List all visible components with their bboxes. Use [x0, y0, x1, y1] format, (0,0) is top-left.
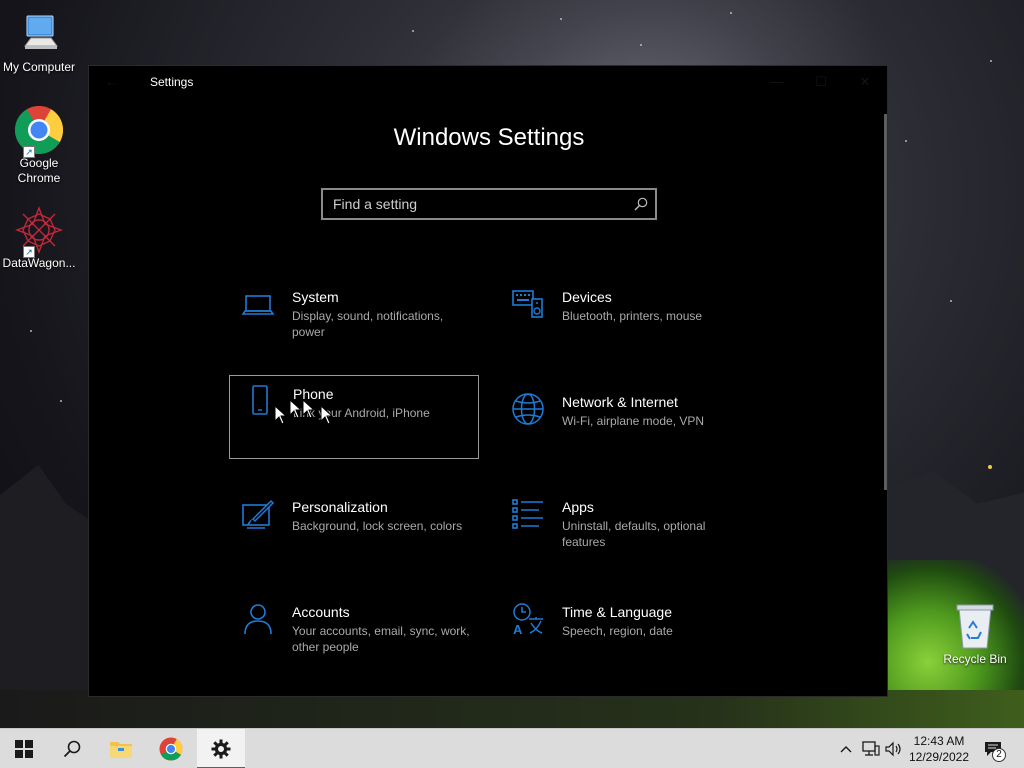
category-name: Phone: [293, 386, 334, 402]
star: [30, 330, 32, 332]
window-title: Settings: [150, 75, 194, 89]
action-center-button[interactable]: [978, 729, 1008, 768]
window-titlebar[interactable]: ← Settings — ☐ ✕: [89, 66, 887, 98]
keyboard-speaker-icon: [511, 287, 545, 321]
category-tile-phone[interactable]: Phone Link your Android, iPhone: [229, 375, 479, 459]
search-input[interactable]: [323, 190, 627, 218]
taskbar-search-button[interactable]: [48, 729, 96, 768]
tray-network-button[interactable]: [860, 729, 882, 768]
star: [640, 44, 642, 46]
category-name: Personalization: [292, 499, 388, 515]
settings-gear-icon: [211, 739, 231, 759]
back-arrow-icon[interactable]: ←: [105, 74, 121, 90]
desktop-icon-datawagon[interactable]: ↗ DataWagon...: [0, 204, 79, 271]
paintbrush-icon: [241, 497, 275, 531]
close-button[interactable]: ✕: [855, 72, 875, 92]
taskbar-chrome[interactable]: [147, 729, 195, 768]
start-button[interactable]: [0, 729, 48, 768]
apps-list-icon: [511, 497, 545, 531]
taskbar-clock[interactable]: 12:43 AM 12/29/2022: [904, 733, 974, 765]
category-description: Bluetooth, printers, mouse: [562, 309, 703, 323]
category-description: Display, sound, notifications, power: [292, 309, 444, 339]
desktop-icon-label: Google Chrome: [9, 156, 69, 186]
star: [950, 300, 952, 302]
category-name: Accounts: [292, 604, 350, 620]
star: [560, 18, 562, 20]
person-icon: [241, 602, 275, 636]
clock-time: 12:43 AM: [913, 734, 965, 748]
category-tile-time-language[interactable]: A Time & Language Speech, region, date: [499, 594, 749, 678]
star: [730, 12, 732, 14]
desktop-icon-recycle-bin[interactable]: Recycle Bin: [935, 600, 1015, 667]
notification-count-badge: 2: [992, 748, 1006, 762]
phone-icon: [242, 384, 276, 418]
desktop-icon-label: DataWagon...: [2, 256, 76, 270]
start-icon: [15, 740, 33, 758]
maximize-button[interactable]: ☐: [811, 72, 831, 92]
category-name: Time & Language: [562, 604, 672, 620]
chrome-icon: ↗: [13, 104, 65, 158]
taskbar-settings[interactable]: [197, 729, 245, 768]
category-tile-accounts[interactable]: Accounts Your accounts, email, sync, wor…: [229, 594, 479, 678]
desktop-icon-text: Google Chrome: [17, 156, 61, 185]
file-explorer-icon: [110, 742, 132, 758]
mouse-cursor-icon: [302, 399, 316, 419]
desktop-icon-label: My Computer: [2, 60, 76, 74]
category-tile-network-internet[interactable]: Network & Internet Wi-Fi, airplane mode,…: [499, 384, 749, 468]
shortcut-arrow-icon: ↗: [23, 246, 35, 258]
taskbar: 12:43 AM 12/29/2022: [0, 728, 1024, 768]
category-tile-system[interactable]: System Display, sound, notifications, po…: [229, 279, 479, 363]
search-icon[interactable]: [627, 190, 655, 218]
vertical-scrollbar[interactable]: [884, 114, 887, 490]
category-name: Network & Internet: [562, 394, 678, 410]
search-icon: [63, 740, 81, 758]
datawagon-icon: ↗: [13, 204, 65, 258]
network-icon: [862, 741, 880, 756]
desktop-icon-label: Recycle Bin: [943, 652, 1007, 666]
category-description: Speech, region, date: [562, 624, 673, 638]
desktop-icon-my-computer[interactable]: My Computer: [0, 8, 79, 75]
mouse-cursor-icon: [274, 405, 288, 425]
desktop-icon-google-chrome[interactable]: ↗ Google Chrome: [0, 104, 79, 186]
page-title: Windows Settings: [393, 124, 585, 151]
star: [990, 60, 992, 62]
star: [905, 140, 907, 142]
category-name: Devices: [562, 289, 612, 305]
svg-text:A: A: [513, 622, 523, 636]
category-tile-personalization[interactable]: Personalization Background, lock screen,…: [229, 489, 479, 573]
globe-icon: [511, 392, 545, 426]
laptop-icon: [241, 287, 275, 321]
tray-overflow-button[interactable]: [836, 729, 856, 768]
mouse-cursor-icon: [320, 405, 334, 425]
category-description: Background, lock screen, colors: [292, 519, 463, 533]
ember-light: [988, 465, 992, 469]
star: [60, 400, 62, 402]
computer-icon: [13, 8, 65, 60]
shortcut-arrow-icon: ↗: [23, 146, 35, 158]
category-name: System: [292, 289, 339, 305]
chrome-icon: [159, 737, 183, 761]
settings-window: ← Settings — ☐ ✕ Windows Settings System…: [88, 65, 888, 697]
taskbar-file-explorer[interactable]: [97, 729, 145, 768]
chevron-up-icon: [840, 746, 852, 753]
category-description: Your accounts, email, sync, work, other …: [292, 624, 470, 654]
category-description: Uninstall, defaults, optional features: [562, 519, 706, 549]
category-description: Wi-Fi, airplane mode, VPN: [562, 414, 705, 428]
mouse-cursor-icon: [289, 399, 303, 419]
minimize-button[interactable]: —: [767, 72, 787, 92]
volume-icon: [885, 741, 901, 757]
category-tile-apps[interactable]: Apps Uninstall, defaults, optional featu…: [499, 489, 749, 573]
clock-date: 12/29/2022: [908, 750, 970, 764]
search-box[interactable]: [321, 188, 657, 220]
category-name: Apps: [562, 499, 594, 515]
category-tile-devices[interactable]: Devices Bluetooth, printers, mouse: [499, 279, 749, 363]
tray-volume-button[interactable]: [884, 729, 904, 768]
time-language-icon: A: [511, 602, 545, 637]
recycle-bin-icon: [949, 600, 1001, 652]
star: [412, 30, 414, 32]
